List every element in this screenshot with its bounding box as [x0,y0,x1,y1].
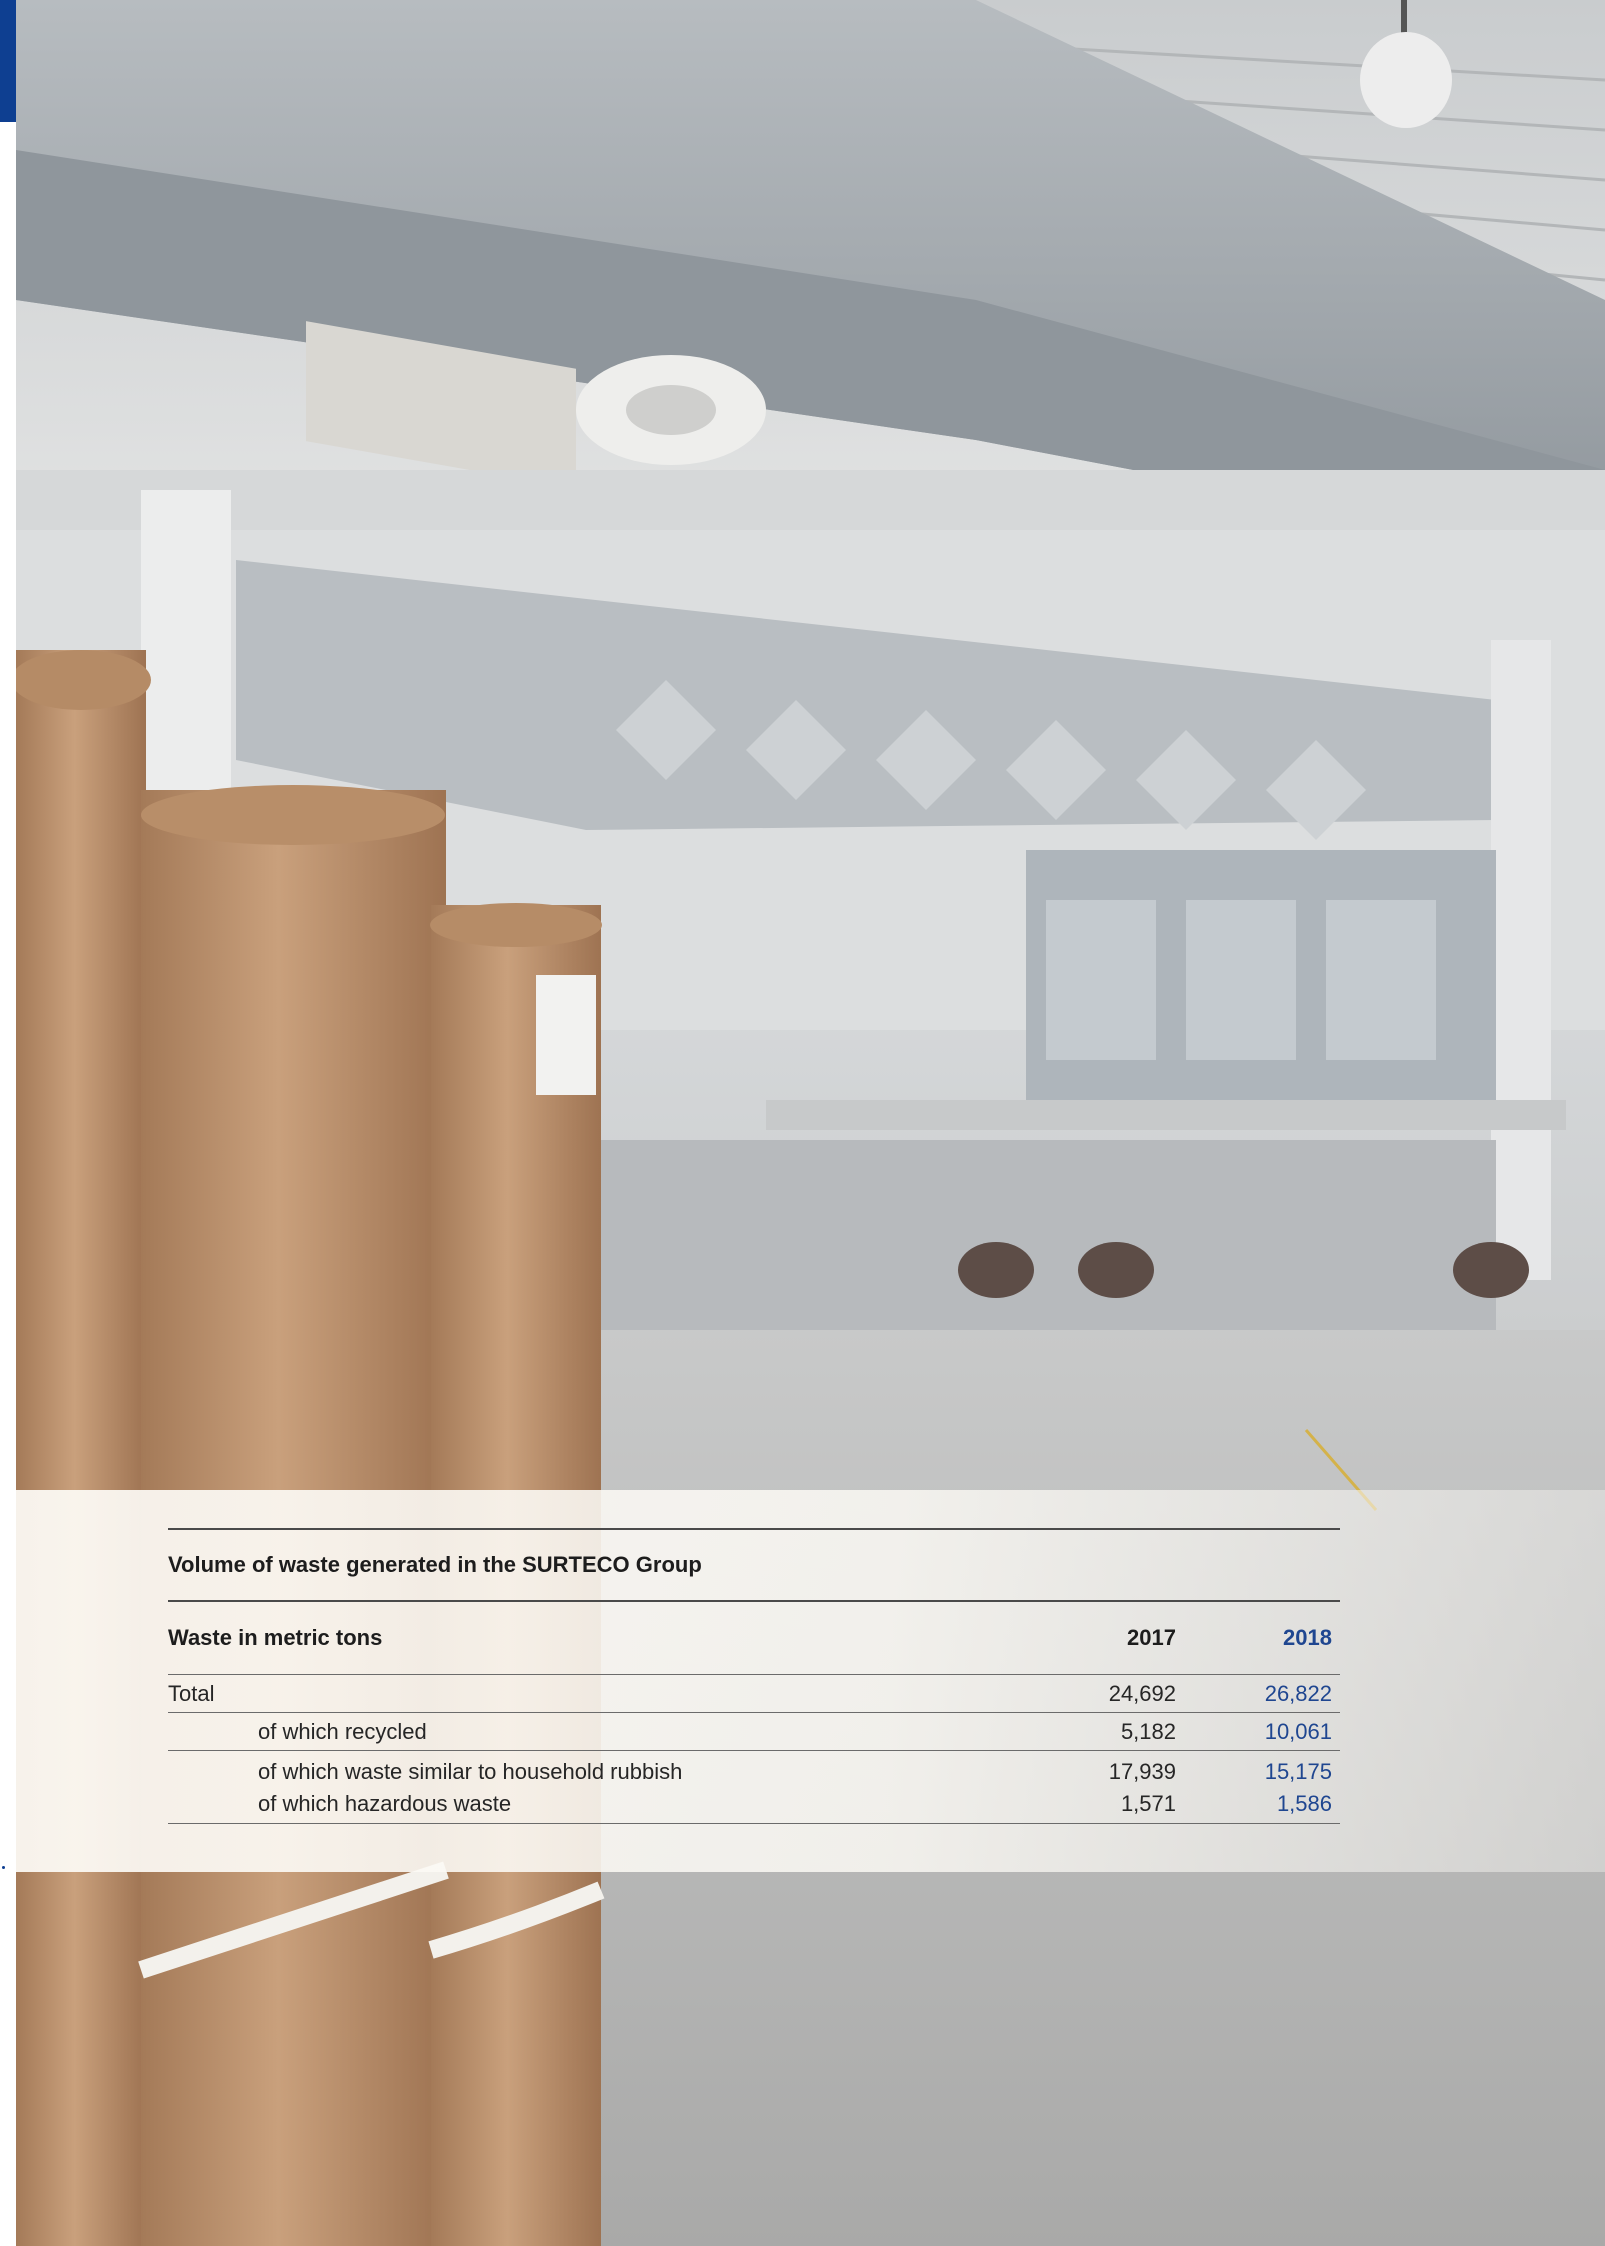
row-value-2017: 17,939 [1108,1759,1176,1784]
row-label: of which recycled [258,1718,427,1744]
row-value-2018: 15,175 [1264,1759,1332,1784]
table-row-hazardous: of which hazardous waste 1,571 1,586 [168,1789,1340,1824]
table-title: Volume of waste generated in the SURTECO… [168,1552,702,1577]
table-row-household: of which waste similar to household rubb… [168,1751,1340,1789]
row-value-2017: 5,182 [1120,1718,1176,1744]
row-value-2017: 1,571 [1120,1791,1176,1816]
table-row-total: Total 24,692 26,822 [168,1675,1340,1713]
factory-hall-photo [16,0,1605,2246]
row-value-2018: 26,822 [1264,1680,1332,1706]
edge-dot-mark [2,1866,5,1869]
row-value-2018: 1,586 [1276,1791,1332,1816]
factory-illustration [16,0,1605,2246]
page-accent-bar [0,0,16,122]
waste-table: Volume of waste generated in the SURTECO… [168,1528,1340,1824]
header-year-2018: 2018 [1283,1625,1332,1650]
row-value-2018: 10,061 [1264,1718,1332,1744]
header-label: Waste in metric tons [168,1625,383,1650]
row-label: of which waste similar to household rubb… [258,1759,683,1784]
row-label: of which hazardous waste [258,1791,512,1816]
waste-table-panel: Volume of waste generated in the SURTECO… [16,1490,1605,1872]
row-label: Total [168,1680,215,1706]
table-header-row: Waste in metric tons 2017 2018 [168,1602,1340,1675]
header-year-2017: 2017 [1127,1625,1176,1650]
row-value-2017: 24,692 [1108,1680,1176,1706]
table-row-recycled: of which recycled 5,182 10,061 [168,1713,1340,1751]
